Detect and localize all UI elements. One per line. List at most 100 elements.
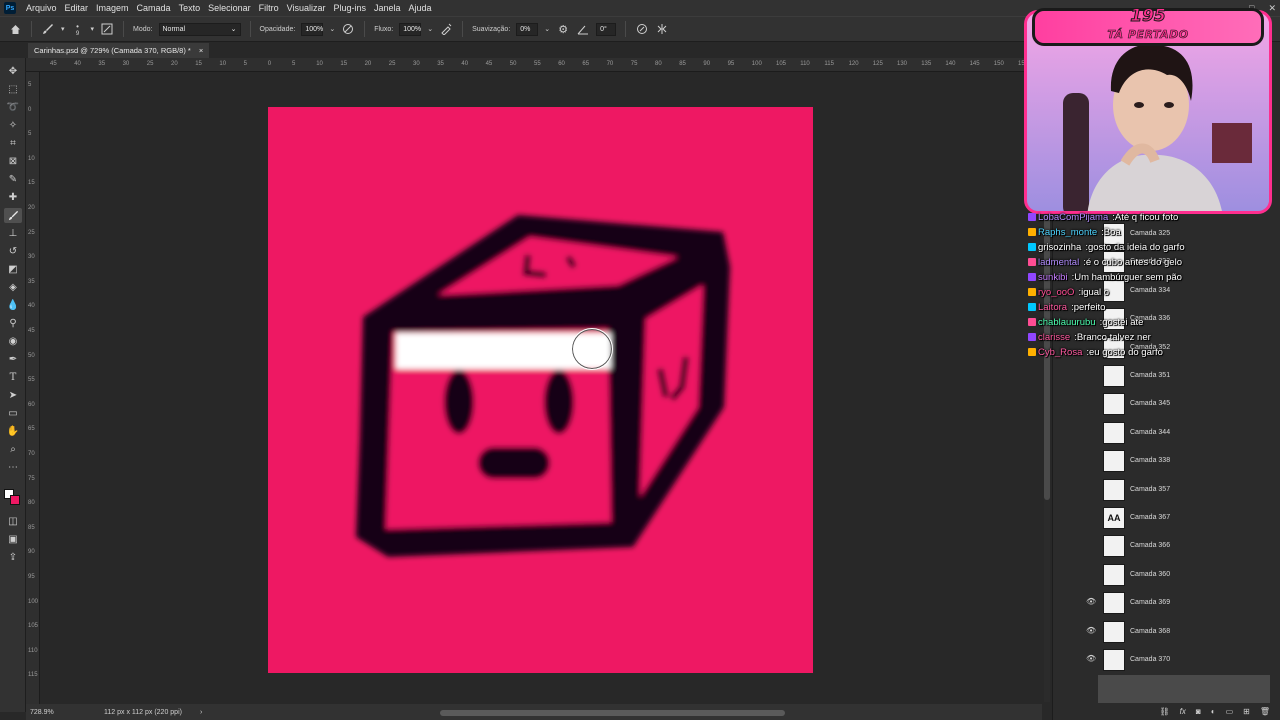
crop-tool-icon[interactable]: ⌗ bbox=[4, 136, 22, 151]
layer-name[interactable]: Camada 325 bbox=[1130, 230, 1170, 237]
home-icon[interactable] bbox=[8, 22, 22, 36]
group-icon[interactable]: ▭ bbox=[1226, 707, 1234, 716]
chevron-down-icon[interactable]: ⌄ bbox=[427, 25, 433, 33]
menu-editar[interactable]: Editar bbox=[61, 3, 93, 13]
pen-tool-icon[interactable]: ✒ bbox=[4, 352, 22, 367]
layer-name[interactable]: Camada 366 bbox=[1130, 542, 1170, 549]
quick-mask-icon[interactable]: ◫ bbox=[4, 514, 22, 529]
menu-imagem[interactable]: Imagem bbox=[92, 3, 133, 13]
smoothing-input[interactable]: 0% bbox=[516, 22, 539, 36]
visibility-eye-icon[interactable]: 👁 bbox=[1086, 597, 1096, 606]
document-tab[interactable]: Carinhas.psd @ 729% (Camada 370, RGB/8) … bbox=[28, 43, 210, 58]
angle-input[interactable]: 0° bbox=[596, 22, 617, 36]
layer-thumbnail[interactable] bbox=[1103, 620, 1125, 643]
mask-icon[interactable]: ◙ bbox=[1196, 707, 1201, 716]
eyedropper-icon[interactable]: ✎ bbox=[4, 172, 22, 187]
layer-thumbnail[interactable] bbox=[1103, 592, 1125, 615]
angle-icon[interactable] bbox=[576, 22, 590, 36]
frame-tool-icon[interactable]: ⊠ bbox=[4, 154, 22, 169]
brush-size-preset[interactable]: • 9 bbox=[71, 22, 85, 37]
lasso-tool-icon[interactable]: ➰ bbox=[4, 100, 22, 115]
paint-bucket-icon[interactable]: ◈ bbox=[4, 280, 22, 295]
layer-thumbnail[interactable] bbox=[1103, 365, 1125, 387]
adjustment-icon[interactable]: ◐ bbox=[1211, 707, 1216, 716]
menu-visualizar[interactable]: Visualizar bbox=[283, 3, 330, 13]
brush-tool-icon[interactable] bbox=[4, 208, 22, 223]
layer-name[interactable]: Camada 360 bbox=[1130, 571, 1170, 578]
share-icon[interactable]: ⇪ bbox=[4, 550, 22, 565]
menu-selecionar[interactable]: Selecionar bbox=[204, 3, 255, 13]
menu-janela[interactable]: Janela bbox=[370, 3, 405, 13]
blur-tool-icon[interactable]: 💧 bbox=[4, 298, 22, 313]
new-layer-icon[interactable]: ⊞ bbox=[1243, 707, 1250, 716]
layer-name[interactable]: Camada 370 bbox=[1130, 656, 1170, 663]
eraser-tool-icon[interactable]: ◩ bbox=[4, 262, 22, 277]
layer-thumbnail[interactable] bbox=[1103, 421, 1125, 444]
layer-name[interactable]: Camada 334 bbox=[1130, 287, 1170, 294]
visibility-eye-icon[interactable]: 👁 bbox=[1086, 654, 1096, 663]
screen-mode-icon[interactable]: ▣ bbox=[4, 532, 22, 547]
layer-name[interactable]: Camada 368 bbox=[1130, 628, 1170, 635]
layer-name[interactable]: Camada 351 bbox=[1130, 372, 1170, 379]
canvas-artboard[interactable] bbox=[268, 107, 813, 673]
horizontal-scrollbar[interactable] bbox=[440, 710, 785, 716]
background-color-swatch[interactable] bbox=[10, 495, 20, 505]
menu-texto[interactable]: Texto bbox=[175, 3, 205, 13]
zoom-level[interactable]: 728.9% bbox=[30, 709, 74, 716]
pressure-size-icon[interactable] bbox=[635, 22, 649, 36]
link-icon[interactable]: ⛓ bbox=[1160, 707, 1170, 716]
layer-thumbnail[interactable] bbox=[1103, 563, 1125, 586]
chevron-right-icon[interactable]: › bbox=[200, 709, 202, 716]
more-tools-icon[interactable]: ⋯ bbox=[4, 460, 22, 475]
menu-arquivo[interactable]: Arquivo bbox=[22, 3, 61, 13]
layer-name[interactable]: Camada 345 bbox=[1130, 400, 1170, 407]
symmetry-icon[interactable] bbox=[655, 22, 669, 36]
dodge-tool-icon[interactable]: ⚲ bbox=[4, 316, 22, 331]
opacity-input[interactable]: 100% bbox=[301, 22, 324, 36]
smudge-icon[interactable]: ◉ bbox=[4, 334, 22, 349]
layer-name[interactable]: Camada 369 bbox=[1130, 599, 1170, 606]
layer-name[interactable]: Camada 367 bbox=[1130, 514, 1170, 521]
brush-settings-icon[interactable] bbox=[100, 22, 114, 36]
type-tool-icon[interactable]: T bbox=[4, 370, 22, 385]
chevron-down-icon[interactable]: ⌄ bbox=[544, 25, 550, 33]
gear-icon[interactable]: ⚙ bbox=[556, 22, 570, 36]
close-tab-icon[interactable]: × bbox=[199, 46, 203, 55]
history-brush-icon[interactable]: ↺ bbox=[4, 244, 22, 259]
chevron-down-icon[interactable]: ▾ bbox=[61, 25, 65, 33]
healing-brush-icon[interactable]: ✚ bbox=[4, 190, 22, 205]
pressure-opacity-icon[interactable] bbox=[341, 22, 355, 36]
hand-tool-icon[interactable]: ✋ bbox=[4, 424, 22, 439]
chevron-down-icon[interactable]: ⌄ bbox=[329, 25, 335, 33]
magic-wand-icon[interactable]: ✧ bbox=[4, 118, 22, 133]
stamp-tool-icon[interactable]: ⊥ bbox=[4, 226, 22, 241]
layer-thumbnail[interactable] bbox=[1103, 535, 1125, 558]
brush-tool-icon[interactable] bbox=[41, 22, 55, 36]
menu-filtro[interactable]: Filtro bbox=[255, 3, 283, 13]
chevron-down-icon[interactable]: ▾ bbox=[91, 25, 95, 33]
ruler-tick-label: 65 bbox=[582, 61, 590, 67]
trash-icon[interactable]: 🗑 bbox=[1260, 707, 1270, 716]
airbrush-icon[interactable] bbox=[439, 22, 453, 36]
menu-camada[interactable]: Camada bbox=[133, 3, 175, 13]
layer-name[interactable]: Camada 338 bbox=[1130, 457, 1170, 464]
move-tool-icon[interactable]: ✥ bbox=[4, 64, 22, 79]
menu-plugins[interactable]: Plug-ins bbox=[329, 3, 370, 13]
layer-thumbnail[interactable] bbox=[1103, 649, 1125, 671]
close-window-icon[interactable]: ✕ bbox=[1268, 3, 1276, 14]
fx-icon[interactable]: fx bbox=[1180, 707, 1186, 716]
marquee-tool-icon[interactable]: ⬚ bbox=[4, 82, 22, 97]
layer-thumbnail[interactable] bbox=[1103, 393, 1125, 416]
rectangle-tool-icon[interactable]: ▭ bbox=[4, 406, 22, 421]
menu-ajuda[interactable]: Ajuda bbox=[405, 3, 436, 13]
layer-name[interactable]: Camada 357 bbox=[1130, 486, 1170, 493]
mode-select[interactable]: Normal ⌄ bbox=[158, 22, 241, 36]
layer-thumbnail[interactable] bbox=[1103, 478, 1125, 501]
layer-name[interactable]: Camada 344 bbox=[1130, 429, 1170, 436]
zoom-tool-icon[interactable]: ⌕ bbox=[4, 442, 22, 457]
layer-thumbnail[interactable] bbox=[1103, 450, 1125, 473]
visibility-eye-icon[interactable]: 👁 bbox=[1086, 626, 1096, 635]
layer-thumbnail[interactable]: AA bbox=[1103, 507, 1125, 529]
flow-input[interactable]: 100% bbox=[399, 22, 422, 36]
path-select-icon[interactable]: ➤ bbox=[4, 388, 22, 403]
